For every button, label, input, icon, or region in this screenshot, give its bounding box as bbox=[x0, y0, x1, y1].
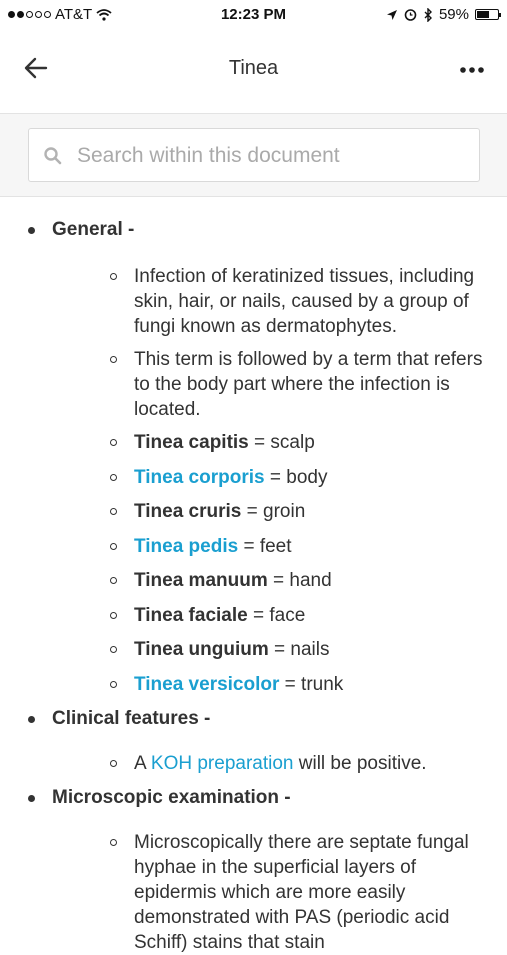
search-area bbox=[0, 114, 507, 197]
section-heading: Microscopic examination - bbox=[52, 786, 291, 808]
text-prefix: A bbox=[134, 752, 151, 774]
search-icon bbox=[44, 147, 62, 165]
term-desc: = face bbox=[247, 604, 306, 626]
term-desc: = nails bbox=[268, 639, 330, 660]
more-options-button[interactable] bbox=[457, 60, 487, 80]
term-text: Tinea manuum bbox=[134, 570, 268, 591]
definition-text: This term is followed by a term that ref… bbox=[134, 349, 483, 420]
list-item: Microscopically there are septate fungal… bbox=[52, 830, 507, 955]
section-microscopic-examination: Microscopic examination - Microscopicall… bbox=[0, 786, 507, 955]
section-heading: Clinical features - bbox=[52, 707, 211, 729]
koh-preparation-link[interactable]: KOH preparation bbox=[151, 753, 294, 774]
term-desc: = scalp bbox=[248, 432, 315, 453]
list-item-tinea-versicolor: Tinea versicolor = trunk bbox=[52, 672, 507, 697]
nav-bar: Tinea bbox=[0, 30, 507, 114]
alarm-clock-icon bbox=[404, 9, 417, 21]
battery-icon bbox=[475, 9, 501, 20]
list-item: A KOH preparation will be positive. bbox=[52, 751, 507, 776]
section-clinical-features: Clinical features - A KOH preparation wi… bbox=[0, 707, 507, 776]
list-item-tinea-corporis: Tinea corporis = body bbox=[52, 465, 507, 490]
microscopic-text: Microscopically there are septate fungal… bbox=[134, 831, 469, 953]
term-link[interactable]: Tinea versicolor bbox=[134, 674, 279, 695]
term-text: Tinea cruris bbox=[134, 501, 242, 522]
document-content: General - Infection of keratinized tissu… bbox=[0, 198, 507, 955]
location-arrow-icon bbox=[386, 9, 397, 20]
battery-percent: 59% bbox=[438, 6, 469, 23]
section-general: General - Infection of keratinized tissu… bbox=[0, 218, 507, 697]
status-right: 59% bbox=[386, 6, 501, 23]
term-desc: = hand bbox=[267, 570, 332, 591]
list-item-tinea-cruris: Tinea cruris = groin bbox=[52, 499, 507, 524]
status-bar: AT&T 12:23 PM 59% bbox=[0, 0, 507, 30]
term-text: Tinea capitis bbox=[134, 432, 249, 453]
more-dots-icon bbox=[460, 67, 484, 73]
page-title: Tinea bbox=[228, 57, 279, 79]
term-desc: = body bbox=[264, 466, 328, 488]
list-item-tinea-pedis: Tinea pedis = feet bbox=[52, 534, 507, 559]
bluetooth-icon bbox=[424, 7, 432, 22]
term-desc: = groin bbox=[241, 501, 306, 522]
list-item: This term is followed by a term that ref… bbox=[52, 347, 507, 422]
list-item-tinea-manuum: Tinea manuum = hand bbox=[52, 568, 507, 593]
definition-text: Infection of keratinized tissues, includ… bbox=[134, 266, 475, 337]
term-desc: = feet bbox=[238, 535, 292, 557]
search-input[interactable] bbox=[75, 139, 469, 173]
term-desc: = trunk bbox=[279, 673, 344, 695]
term-link[interactable]: Tinea corporis bbox=[134, 467, 265, 488]
search-box[interactable] bbox=[28, 128, 480, 182]
list-item-tinea-unguium: Tinea unguium = nails bbox=[52, 637, 507, 662]
term-text: Tinea unguium bbox=[134, 639, 269, 660]
term-link[interactable]: Tinea pedis bbox=[134, 536, 238, 557]
list-item-tinea-faciale: Tinea faciale = face bbox=[52, 603, 507, 628]
list-item: Infection of keratinized tissues, includ… bbox=[52, 264, 507, 339]
term-text: Tinea faciale bbox=[134, 604, 248, 626]
section-heading: General - bbox=[52, 219, 135, 240]
list-item-tinea-capitis: Tinea capitis = scalp bbox=[52, 430, 507, 455]
text-suffix: will be positive. bbox=[293, 752, 427, 774]
